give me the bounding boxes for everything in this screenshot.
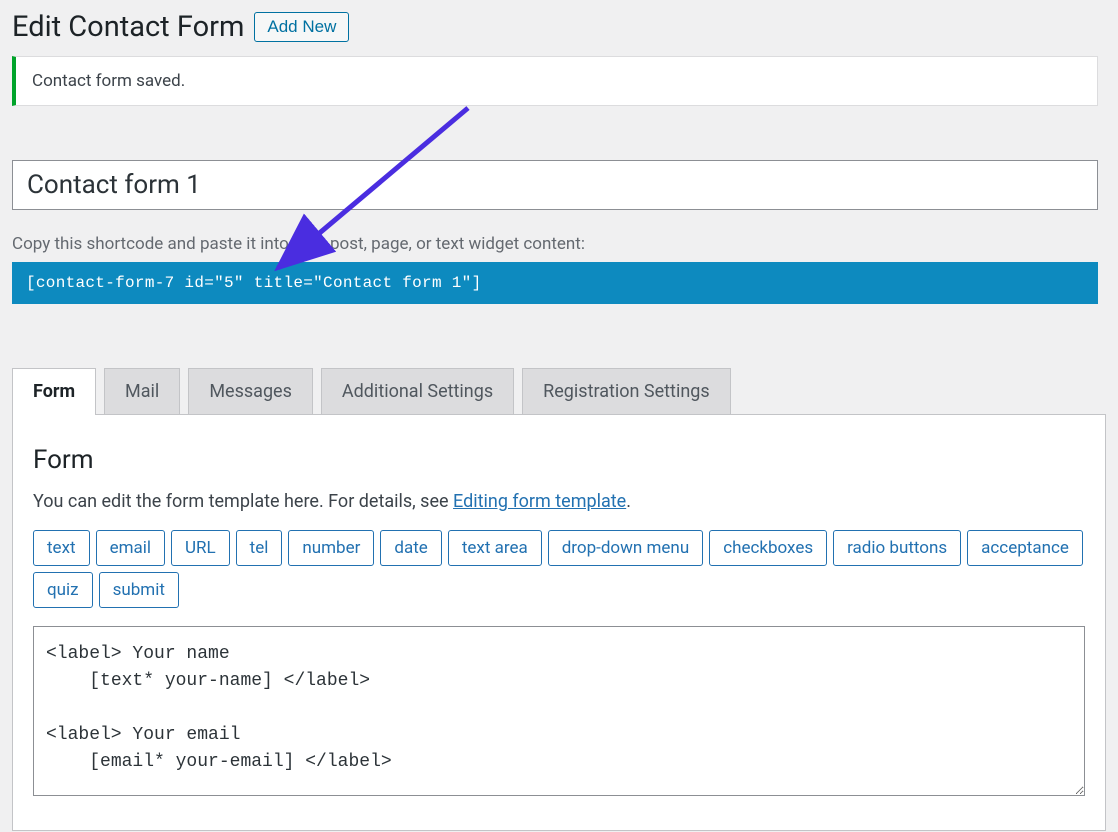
tag-submit-button[interactable]: submit <box>99 572 179 608</box>
tag-tel-button[interactable]: tel <box>236 530 283 566</box>
tag-button-row: text email URL tel number date text area… <box>33 530 1085 608</box>
tag-checkboxes-button[interactable]: checkboxes <box>709 530 827 566</box>
notice-success: Contact form saved. <box>12 56 1098 106</box>
tab-bar: Form Mail Messages Additional Settings R… <box>12 368 1106 414</box>
tag-url-button[interactable]: URL <box>171 530 230 566</box>
tag-quiz-button[interactable]: quiz <box>33 572 93 608</box>
editing-form-template-link[interactable]: Editing form template <box>453 491 626 512</box>
notice-message: Contact form saved. <box>32 71 185 91</box>
tag-textarea-button[interactable]: text area <box>448 530 542 566</box>
form-title-input[interactable] <box>12 160 1098 210</box>
tab-messages[interactable]: Messages <box>188 368 313 414</box>
tag-dropdown-button[interactable]: drop-down menu <box>548 530 703 566</box>
panel-desc-prefix: You can edit the form template here. For… <box>33 491 453 512</box>
panel-description: You can edit the form template here. For… <box>33 491 1085 512</box>
add-new-button[interactable]: Add New <box>254 12 349 42</box>
panel-desc-suffix: . <box>626 491 631 512</box>
tag-number-button[interactable]: number <box>288 530 374 566</box>
tab-registration-settings[interactable]: Registration Settings <box>522 368 731 414</box>
tag-date-button[interactable]: date <box>380 530 441 566</box>
shortcode-instruction: Copy this shortcode and paste it into yo… <box>12 234 1098 254</box>
tag-radio-button[interactable]: radio buttons <box>833 530 961 566</box>
page-header: Edit Contact Form Add New <box>12 0 1098 56</box>
form-template-textarea[interactable] <box>33 626 1085 796</box>
tab-form[interactable]: Form <box>12 368 96 415</box>
panel-title: Form <box>33 445 1085 475</box>
tag-acceptance-button[interactable]: acceptance <box>967 530 1083 566</box>
tab-mail[interactable]: Mail <box>104 368 180 414</box>
shortcode-field[interactable] <box>12 262 1098 304</box>
tab-additional-settings[interactable]: Additional Settings <box>321 368 514 414</box>
form-panel: Form You can edit the form template here… <box>12 414 1106 831</box>
tag-email-button[interactable]: email <box>96 530 165 566</box>
page-title: Edit Contact Form <box>12 10 244 44</box>
tag-text-button[interactable]: text <box>33 530 90 566</box>
